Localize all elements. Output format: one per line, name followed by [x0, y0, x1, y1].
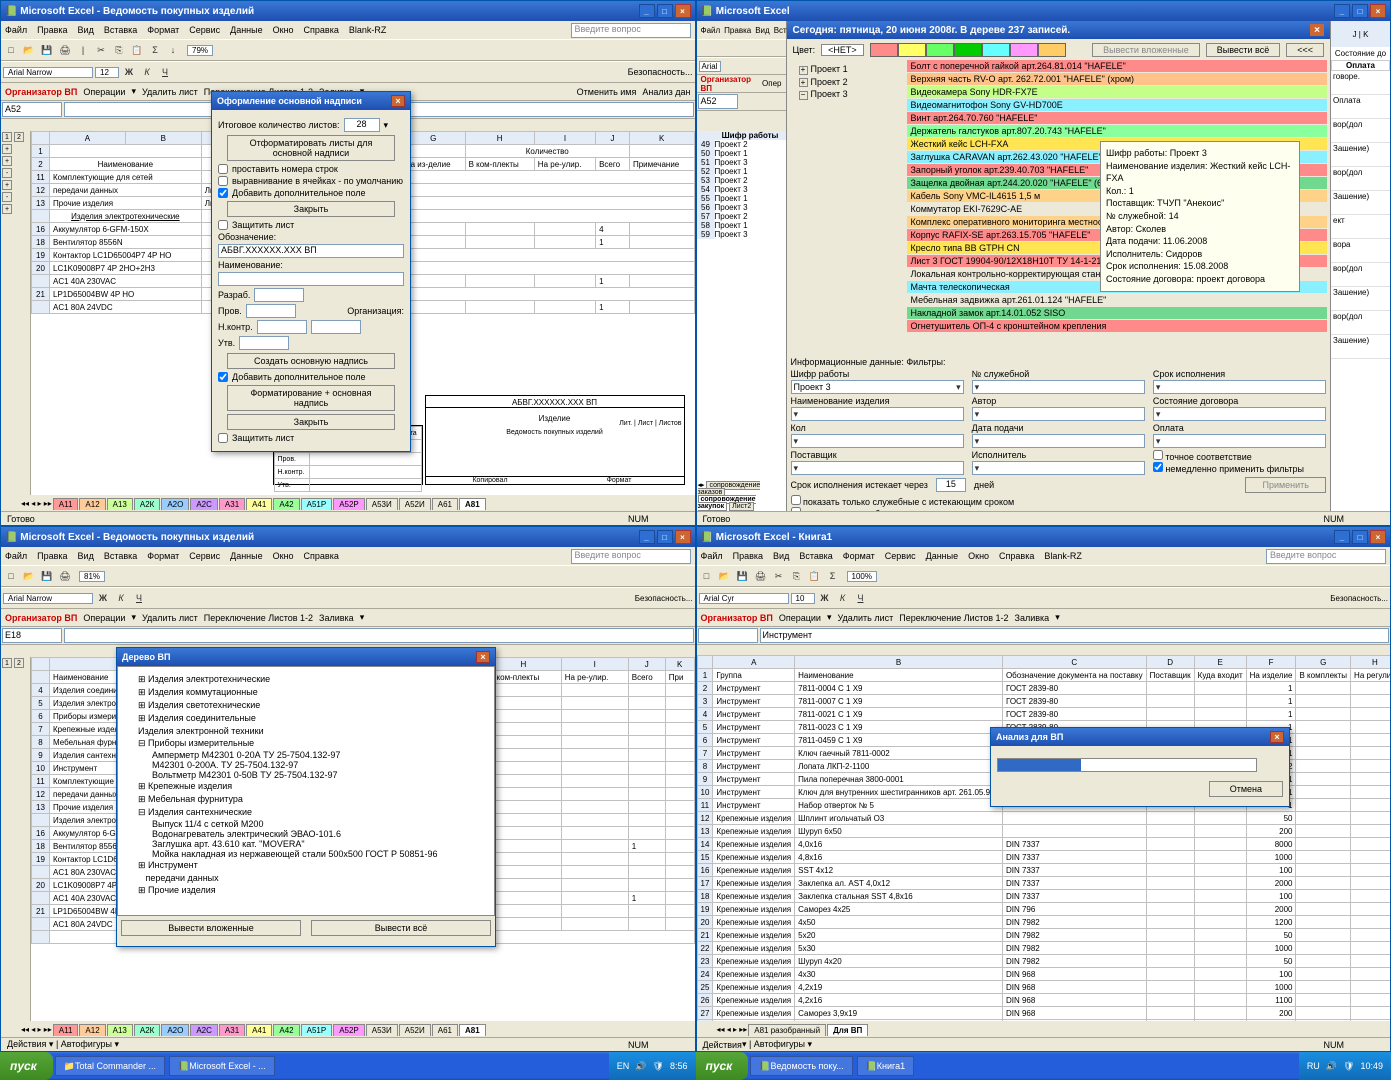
dialog-analysis[interactable]: Анализ для ВП× 32% Отмена [990, 727, 1290, 807]
right-edge-column: J | K Состояние до Оплата говоре.Оплатав… [1330, 21, 1390, 511]
toolbar-format-q1[interactable]: Arial Narrow 12 ЖКЧ Безопасность... [1, 61, 695, 83]
cancel-button[interactable]: Отмена [1209, 781, 1283, 797]
menubar-q1[interactable]: ФайлПравкаВид ВставкаФорматСервис Данные… [1, 21, 695, 39]
start-button-2[interactable]: пуск [696, 1052, 749, 1080]
format-sheets-button[interactable]: Отформатировать листы для основной надпи… [227, 135, 394, 161]
progress-bar: 32% [997, 758, 1257, 772]
table-row[interactable]: 2Инструмент7811-0004 С 1 Х9ГОСТ 2839-801… [697, 682, 1390, 695]
record-item[interactable]: Накладной замок арт.14.01.052 SISO [907, 307, 1327, 319]
filters-panel: Информационные данные: Фильтры: Шифр раб… [791, 357, 1327, 507]
item-info-box: Шифр работы: Проект 3Наименование издели… [1100, 141, 1300, 292]
table-row[interactable]: 13Крепежные изделияШуруп 6x50200200 [697, 825, 1390, 838]
record-item[interactable]: Держатель галстуков арт.807.20.743 "HAFE… [907, 125, 1327, 137]
record-item[interactable]: Мебельная задвижка арт.261.01.124 "HAFEL… [907, 294, 1327, 306]
organizer-label[interactable]: Организатор ВП [5, 87, 77, 97]
table-row[interactable]: 26Крепежные изделия4,2x16DIN 96811001100 [697, 994, 1390, 1007]
table-row[interactable]: 27Крепежные изделияСаморез 3,9x19DIN 968… [697, 1007, 1390, 1020]
record-item[interactable]: Видеомагнитофон Sony GV-HD700E [907, 99, 1327, 111]
selected-tree-node[interactable]: Изделия электронной техники [138, 726, 264, 736]
excel-window-tr: 📗 Microsoft Excel _□× ФайлПравкаВидВст A… [696, 0, 1391, 526]
name-box-q1[interactable]: A52 [2, 102, 62, 117]
close-icon[interactable]: × [391, 95, 405, 107]
open-icon[interactable]: 📂 [21, 42, 37, 58]
table-row[interactable]: 21Крепежные изделия5x20DIN 79825050 [697, 929, 1390, 942]
table-row[interactable]: 16Крепежные изделияSST 4x12DIN 733710010… [697, 864, 1390, 877]
table-row[interactable]: 17Крепежные изделияЗаклепка ал. AST 4,0x… [697, 877, 1390, 890]
spreadsheet-q4[interactable]: ABC DEF GHI 1 ГруппаНаименованиеОбозначе… [697, 655, 1391, 1021]
code-field[interactable]: АБВГ.XXXXXX.XXX ВП [218, 244, 404, 258]
color-palette[interactable] [870, 43, 1066, 57]
security-link[interactable]: Безопасность... [628, 67, 693, 77]
zoom-combo[interactable]: 79% [187, 45, 213, 56]
project-tree[interactable]: +Проект 1 +Проект 2 −Проект 3 [791, 59, 901, 105]
start-button[interactable]: пуск [0, 1052, 53, 1080]
table-row[interactable]: 18Крепежные изделияЗаклепка стальная SST… [697, 890, 1390, 903]
close-button-2[interactable]: Закрыть [227, 414, 394, 430]
output-all-button[interactable]: Вывести всё [1206, 43, 1281, 57]
table-row[interactable]: 28Крепежные изделияА.10.01.021ГОСТ 11371… [697, 1020, 1390, 1022]
excel-strip-left: ФайлПравкаВидВст Arial Организатор ВПОпе… [697, 21, 787, 511]
task-excel[interactable]: 📗 Microsoft Excel - ... [169, 1056, 275, 1076]
record-item[interactable]: Видеокамера Sony HDR-FX7E [907, 86, 1327, 98]
apply-filters-button[interactable]: Применить [1245, 477, 1326, 493]
table-row[interactable]: 14Крепежные изделия4,0x16DIN 73378000800… [697, 838, 1390, 851]
toolbar-standard-q1[interactable]: □ 📂 💾 🖨 | ✂ ⎘ 📋 Σ↓ 79% [1, 39, 695, 61]
table-row[interactable]: 4Инструмент7811-0021 С 1 Х9ГОСТ 2839-801… [697, 708, 1390, 721]
titlebar-tr[interactable]: 📗 Microsoft Excel _□× [697, 1, 1391, 21]
format-plus-stamp-button[interactable]: Форматирование + основная надпись [227, 385, 394, 411]
excel-window-q1: 📗 Microsoft Excel - Ведомость покупных и… [0, 0, 696, 526]
records-panel: Сегодня: пятница, 20 июня 2008г. В дерев… [787, 21, 1331, 511]
dialog-tree-vp[interactable]: Дерево ВП× ⊞ Изделия электротехнические … [116, 647, 496, 947]
sheet-tabs-q1[interactable]: ◂◂ ◂ ▸ ▸▸ А11 А12 А13 А2К А2О А2С А31 А4… [21, 496, 685, 511]
excel-window-q4: 📗 Microsoft Excel - Книга1 _□× ФайлПравк… [696, 526, 1391, 1052]
record-item[interactable]: Огнетушитель ОП-4 с кронштейном креплени… [907, 320, 1327, 332]
record-item[interactable]: Болт с поперечной гайкой арт.264.81.014 … [907, 60, 1327, 72]
record-item[interactable]: Винт арт.264.70.760 "HAFELE" [907, 112, 1327, 124]
back-button[interactable]: <<< [1286, 43, 1324, 57]
system-tray-left[interactable]: EN🔊🛡8:56 [609, 1052, 696, 1080]
close-button-1[interactable]: Закрыть [227, 201, 394, 217]
dialog-title-block[interactable]: Оформление основной надписи× Итоговое ко… [211, 91, 411, 452]
font-combo[interactable]: Arial Narrow [3, 67, 93, 78]
cut-icon[interactable]: ✂ [93, 42, 109, 58]
table-row[interactable]: 15Крепежные изделия4,8x16DIN 73371000100… [697, 851, 1390, 864]
outline-controls[interactable]: 12 ++- +-+ [1, 131, 31, 495]
table-row[interactable]: 23Крепежные изделияШуруп 4x20DIN 7982505… [697, 955, 1390, 968]
copy-icon[interactable]: ⎘ [111, 42, 127, 58]
records-header: Сегодня: пятница, 20 июня 2008г. В дерев… [787, 21, 1331, 39]
table-row[interactable]: 22Крепежные изделия5x30DIN 798210001000 [697, 942, 1390, 955]
system-tray-right[interactable]: RU🔊🛡10:49 [1299, 1052, 1391, 1080]
table-row[interactable]: 12Крепежные изделияШплинт игольчатый О35… [697, 812, 1390, 825]
table-row[interactable]: 25Крепежные изделия4,2x19DIN 96810001000 [697, 981, 1390, 994]
table-row[interactable]: 20Крепежные изделия4x50DIN 798212001200 [697, 916, 1390, 929]
close-icon[interactable]: × [1310, 24, 1324, 36]
record-item[interactable]: Верхняя часть RV-O арт. 262.72.001 "HAFE… [907, 73, 1327, 85]
save-icon[interactable]: 💾 [39, 42, 55, 58]
table-row[interactable]: 19Крепежные изделияСаморез 4x25DIN 79620… [697, 903, 1390, 916]
close-button[interactable]: × [675, 4, 691, 18]
maximize-button[interactable]: □ [657, 4, 673, 18]
minimize-button[interactable]: _ [639, 4, 655, 18]
output-nested-button[interactable]: Вывести вложенные [121, 920, 301, 936]
excel-window-q3: 📗 Microsoft Excel - Ведомость покупных и… [0, 526, 696, 1052]
drawing-code: АБВГ.XXXXXX.XXX ВП [426, 396, 684, 408]
help-search[interactable]: Введите вопрос [571, 23, 691, 38]
output-nested-button[interactable]: Вывести вложенные [1092, 43, 1200, 57]
total-sheets-combo[interactable]: 28 [344, 118, 380, 132]
close-icon[interactable]: × [1270, 731, 1284, 743]
task-totalcmd[interactable]: 📁 Total Commander ... [55, 1056, 165, 1076]
statusbar-q1: ГотовоNUM [1, 511, 695, 525]
titlebar-q1[interactable]: 📗 Microsoft Excel - Ведомость покупных и… [1, 1, 695, 21]
new-icon[interactable]: □ [3, 42, 19, 58]
name-field[interactable] [218, 272, 404, 286]
table-row[interactable]: 3Инструмент7811-0007 С 1 Х9ГОСТ 2839-801… [697, 695, 1390, 708]
paste-icon[interactable]: 📋 [129, 42, 145, 58]
output-all-button[interactable]: Вывести всё [311, 920, 491, 936]
taskbar[interactable]: пуск 📁 Total Commander ... 📗 Microsoft E… [0, 1052, 1391, 1080]
table-row[interactable]: 24Крепежные изделия4x30DIN 968100100 [697, 968, 1390, 981]
print-icon[interactable]: 🖨 [57, 42, 73, 58]
color-none-button[interactable]: <НЕТ> [821, 44, 864, 56]
create-stamp-button[interactable]: Создать основную надпись [227, 353, 394, 369]
close-icon[interactable]: × [476, 651, 490, 663]
